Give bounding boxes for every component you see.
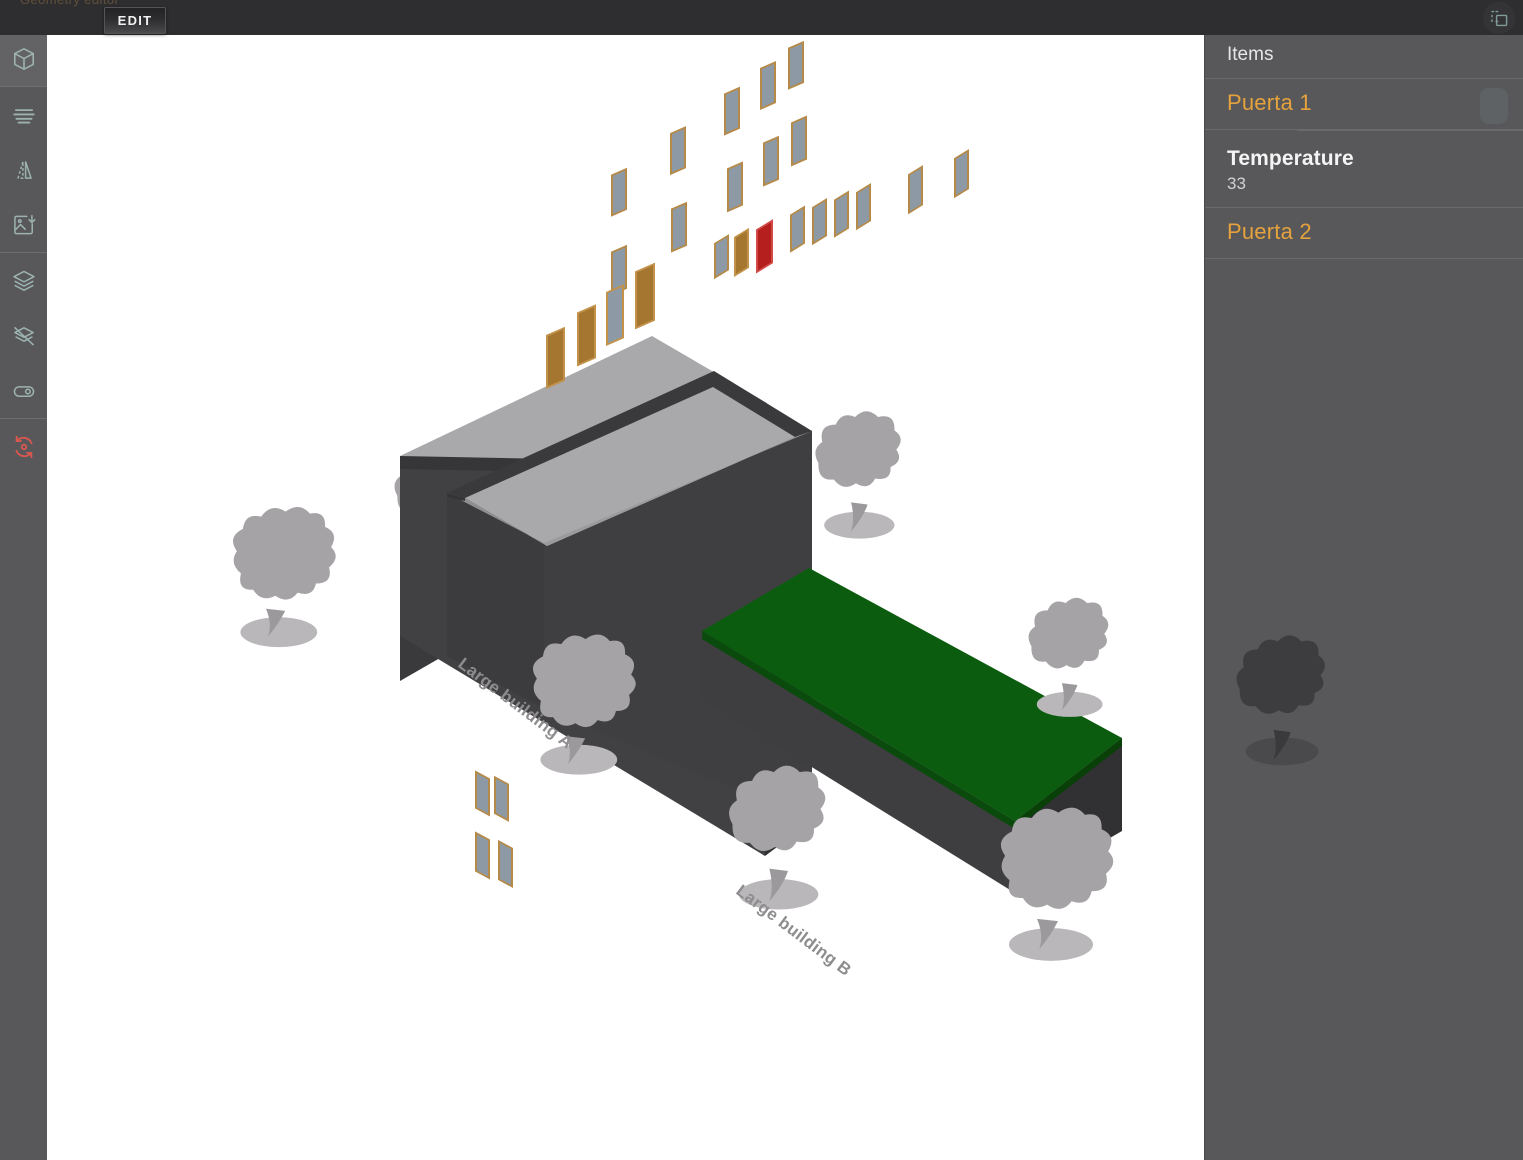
items-panel-header: Items bbox=[1205, 31, 1523, 79]
toggle-icon bbox=[11, 378, 37, 404]
rail-item-list[interactable] bbox=[0, 87, 47, 142]
rail-item-objects[interactable] bbox=[0, 31, 47, 86]
layers-off-icon bbox=[11, 323, 37, 349]
item-toggle-switch[interactable] bbox=[1480, 88, 1508, 124]
edit-button[interactable]: EDIT bbox=[104, 7, 166, 34]
reset-camera-icon bbox=[11, 434, 37, 460]
layers-lines-icon bbox=[11, 102, 37, 128]
item-name[interactable]: Puerta 1 bbox=[1227, 90, 1501, 116]
property-divider bbox=[1297, 130, 1523, 131]
layers-icon bbox=[11, 268, 37, 294]
scene-render: Large building A Large building B bbox=[47, 31, 1204, 1160]
list-item-property: Temperature 33 bbox=[1205, 130, 1523, 208]
duplicate-icon[interactable] bbox=[1483, 2, 1515, 34]
3d-viewport[interactable]: Large building A Large building B bbox=[47, 31, 1204, 1160]
property-value: 33 bbox=[1227, 174, 1246, 193]
mirror-icon bbox=[11, 157, 37, 183]
window-title: Geometry editor bbox=[20, 0, 119, 7]
top-bar: Geometry editor EDIT bbox=[0, 0, 1523, 35]
rail-item-layers-hide[interactable] bbox=[0, 308, 47, 363]
list-item[interactable]: Puerta 1 bbox=[1205, 79, 1523, 130]
rail-item-toggle-setting[interactable] bbox=[0, 363, 47, 418]
property-name: Temperature bbox=[1227, 147, 1354, 170]
rail-item-reset-camera[interactable] bbox=[0, 419, 47, 474]
rail-item-layers-show[interactable] bbox=[0, 253, 47, 308]
app-root: Geometry editor EDIT bbox=[0, 0, 1523, 1160]
items-panel: Items Puerta 1 Temperature 33 Puerta 2 bbox=[1204, 31, 1523, 1160]
item-name[interactable]: Puerta 2 bbox=[1227, 219, 1501, 245]
list-item[interactable]: Puerta 2 bbox=[1205, 208, 1523, 259]
rail-item-export-image[interactable] bbox=[0, 197, 47, 252]
rail-item-mirror[interactable] bbox=[0, 142, 47, 197]
image-download-icon bbox=[11, 212, 37, 238]
tool-rail bbox=[0, 31, 47, 1160]
cube-icon bbox=[11, 46, 37, 72]
